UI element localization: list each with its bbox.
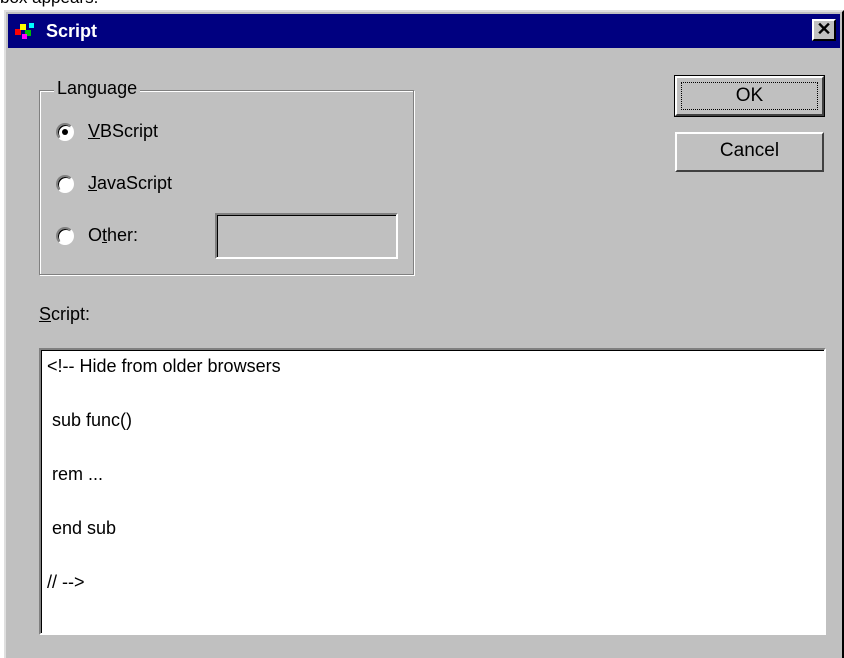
script-line: sub func() <box>47 410 133 430</box>
cancel-button[interactable]: Cancel <box>675 132 824 172</box>
radio-button[interactable] <box>56 175 74 193</box>
other-language-input[interactable] <box>215 213 398 259</box>
script-line: // --> <box>47 572 85 592</box>
radio-javascript[interactable]: JavaScript <box>56 173 256 197</box>
app-icon <box>15 23 34 39</box>
radio-other[interactable]: Other: <box>56 225 206 249</box>
ok-button[interactable]: OK <box>674 75 825 117</box>
window-title: Script <box>46 21 98 41</box>
script-label: Script: <box>39 304 91 324</box>
script-textarea[interactable]: <!-- Hide from older browsers sub func()… <box>39 348 826 635</box>
close-icon: ✕ <box>816 19 832 39</box>
language-group-label: Language <box>54 78 141 99</box>
caption-fragment: box appears. <box>0 0 844 8</box>
script-dialog: Script ✕ Language VBScript JavaScript Ot… <box>4 10 844 658</box>
radio-button[interactable] <box>56 123 74 141</box>
script-line: <!-- Hide from older browsers <box>47 356 281 376</box>
radio-button[interactable] <box>56 227 74 245</box>
radio-label: Other: <box>88 225 139 245</box>
language-group: Language VBScript JavaScript Other: <box>39 78 414 275</box>
script-line: rem ... <box>47 464 104 484</box>
radio-label: JavaScript <box>88 173 173 193</box>
radio-selected-dot <box>62 129 68 135</box>
script-line: end sub <box>47 518 117 538</box>
ok-button-label: OK <box>681 82 818 110</box>
close-button[interactable]: ✕ <box>812 19 836 41</box>
title-bar[interactable]: Script ✕ <box>8 14 840 48</box>
radio-label: VBScript <box>88 121 159 141</box>
radio-vbscript[interactable]: VBScript <box>56 121 256 145</box>
